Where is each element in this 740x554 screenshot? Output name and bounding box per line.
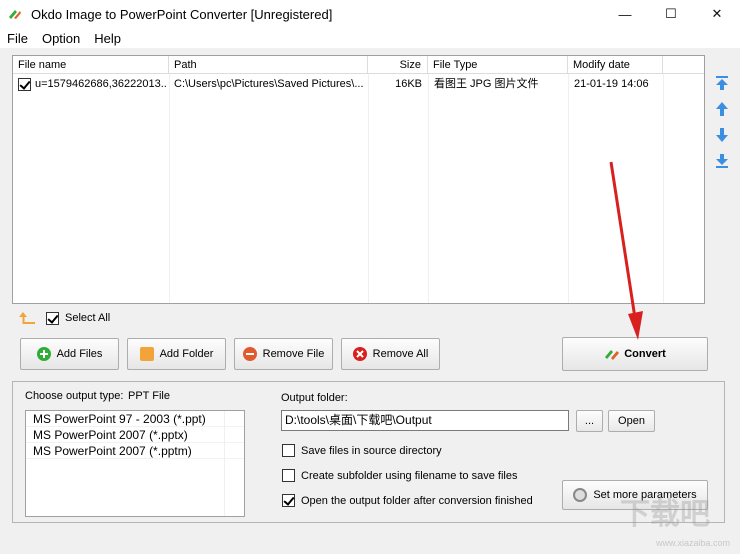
column-header-modify-date[interactable]: Modify date — [568, 56, 663, 74]
option-save-in-source[interactable]: Save files in source directory — [282, 444, 442, 457]
convert-icon — [604, 347, 620, 361]
menu-file[interactable]: File — [0, 31, 35, 46]
checkbox-unchecked-icon — [282, 444, 295, 457]
remove-all-icon — [352, 347, 367, 361]
add-files-label: Add Files — [56, 348, 103, 360]
remove-all-button[interactable]: Remove All — [341, 338, 440, 370]
option-label: Open the output folder after conversion … — [301, 494, 533, 507]
minimize-icon: — — [618, 6, 632, 22]
add-folder-label: Add Folder — [159, 348, 214, 360]
menu-help[interactable]: Help — [87, 31, 128, 46]
plus-icon — [36, 347, 51, 361]
output-folder-label: Output folder: — [281, 392, 348, 404]
remove-file-button[interactable]: Remove File — [234, 338, 333, 370]
close-button[interactable]: ✕ — [694, 0, 740, 28]
add-files-button[interactable]: Add Files — [20, 338, 119, 370]
open-button[interactable]: Open — [608, 410, 655, 432]
convert-label: Convert — [624, 348, 666, 360]
table-row[interactable]: u=1579462686,36222013... C:\Users\pc\Pic… — [13, 75, 663, 94]
move-top-icon — [716, 76, 728, 90]
column-header-file-type[interactable]: File Type — [428, 56, 568, 74]
add-folder-button[interactable]: Add Folder — [127, 338, 226, 370]
select-all-checkbox[interactable] — [46, 311, 59, 325]
menu-bar: File Option Help — [0, 28, 740, 48]
list-item-pptx[interactable]: MS PowerPoint 2007 (*.pptx) — [26, 427, 244, 443]
move-up-button[interactable] — [713, 100, 731, 118]
maximize-icon: ☐ — [665, 6, 677, 21]
option-label: Create subfolder using filename to save … — [301, 469, 518, 482]
reorder-controls — [713, 74, 731, 178]
column-header-size[interactable]: Size — [368, 56, 428, 74]
output-folder-input[interactable]: D:\tools\桌面\下载吧\Output — [281, 410, 569, 431]
up-level-icon[interactable] — [18, 311, 36, 325]
move-down-button[interactable] — [713, 126, 731, 144]
row-file-type: 看图王 JPG 图片文件 — [434, 78, 539, 90]
remove-file-label: Remove File — [262, 348, 325, 360]
output-type-list[interactable]: MS PowerPoint 97 - 2003 (*.ppt) MS Power… — [25, 410, 245, 517]
arrow-down-icon — [716, 128, 728, 142]
row-file-name: u=1579462686,36222013... — [35, 78, 167, 90]
move-bottom-icon — [716, 154, 728, 168]
option-label: Save files in source directory — [301, 444, 442, 457]
row-modify-date: 21-01-19 14:06 — [574, 78, 649, 90]
move-top-button[interactable] — [713, 74, 731, 92]
list-item-pptm[interactable]: MS PowerPoint 2007 (*.pptm) — [26, 443, 244, 459]
app-icon — [7, 6, 23, 22]
option-open-output-folder[interactable]: Open the output folder after conversion … — [282, 494, 533, 507]
column-divider — [169, 74, 170, 303]
row-checkbox[interactable] — [18, 75, 31, 94]
maximize-button[interactable]: ☐ — [648, 0, 694, 28]
column-header-file-name[interactable]: File name — [13, 56, 169, 74]
checkbox-unchecked-icon — [282, 469, 295, 482]
window-title: Okdo Image to PowerPoint Converter [Unre… — [31, 6, 333, 22]
move-bottom-button[interactable] — [713, 152, 731, 170]
row-path: C:\Users\pc\Pictures\Saved Pictures\... — [174, 78, 364, 90]
annotation-arrow-icon — [609, 161, 643, 340]
minus-icon — [242, 347, 257, 361]
menu-option[interactable]: Option — [35, 31, 87, 46]
option-create-subfolder[interactable]: Create subfolder using filename to save … — [282, 469, 517, 482]
column-divider — [568, 74, 569, 303]
list-item-ppt[interactable]: MS PowerPoint 97 - 2003 (*.ppt) — [26, 411, 244, 427]
select-all-label: Select All — [65, 312, 111, 324]
gear-icon — [573, 488, 588, 502]
list-divider — [224, 411, 225, 516]
checkbox-checked-icon — [282, 494, 295, 507]
checkbox-checked-icon — [18, 77, 31, 91]
remove-all-label: Remove All — [372, 348, 429, 360]
close-icon: ✕ — [711, 6, 723, 21]
column-divider — [428, 74, 429, 303]
output-type-label: Choose output type: — [25, 390, 124, 402]
column-divider — [663, 74, 664, 303]
column-header-filler — [663, 56, 704, 74]
output-type-value: PPT File — [128, 390, 170, 402]
column-header-path[interactable]: Path — [169, 56, 368, 74]
title-bar: Okdo Image to PowerPoint Converter [Unre… — [0, 0, 740, 28]
browse-button[interactable]: ... — [576, 410, 603, 432]
arrow-up-icon — [716, 102, 728, 116]
folder-icon — [139, 347, 154, 361]
watermark-url: www.xiazaiba.com — [656, 538, 731, 548]
column-divider — [368, 74, 369, 303]
select-all-row: Select All — [18, 311, 110, 325]
row-size: 16KB — [395, 78, 422, 90]
minimize-button[interactable]: — — [602, 0, 648, 28]
